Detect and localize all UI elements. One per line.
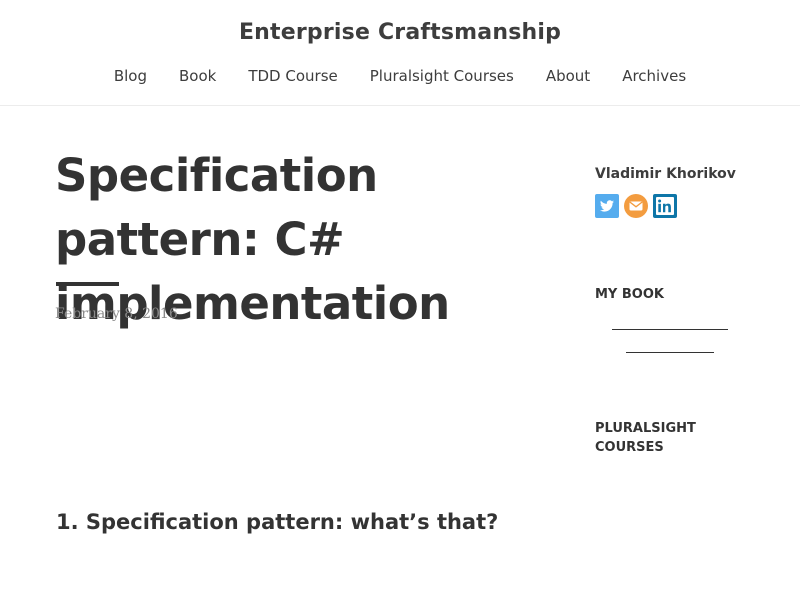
nav-item-pluralsight-courses[interactable]: Pluralsight Courses [370, 67, 514, 85]
site-title-link[interactable]: Enterprise Craftsmanship [0, 20, 800, 45]
author-name[interactable]: Vladimir Khorikov [595, 166, 736, 182]
post-date: February 8, 2016 [55, 306, 178, 322]
nav-item-book[interactable]: Book [179, 67, 216, 85]
nav-item-tdd-course[interactable]: TDD Course [248, 67, 337, 85]
nav-item-blog[interactable]: Blog [114, 67, 147, 85]
book-link-underline-second[interactable] [626, 352, 714, 353]
title-divider [56, 282, 119, 286]
twitter-icon[interactable] [595, 194, 619, 218]
section-heading: 1. Specification pattern: what’s that? [56, 510, 499, 534]
nav-item-archives[interactable]: Archives [622, 67, 686, 85]
pluralsight-widget-title: PLURALSIGHT COURSES [595, 421, 696, 455]
book-widget-title: MY BOOK [595, 287, 664, 302]
site-header: Enterprise Craftsmanship Blog Book TDD Cou… [0, 0, 800, 106]
social-links [595, 194, 677, 218]
linkedin-icon[interactable] [653, 194, 677, 218]
book-link-underline[interactable] [612, 329, 728, 330]
email-icon[interactable] [624, 194, 648, 218]
main-nav: Blog Book TDD Course Pluralsight Courses Abo… [0, 67, 800, 85]
nav-item-about[interactable]: About [546, 67, 590, 85]
